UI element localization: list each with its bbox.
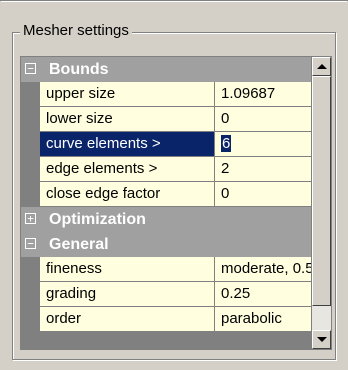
triangle-up-icon [317, 64, 327, 69]
property-value[interactable]: 2 [215, 157, 311, 181]
row-margin [21, 282, 40, 307]
mesher-settings-panel: Mesher settings − Bounds upper size 1.09… [0, 0, 348, 370]
property-value[interactable]: 1.09687 [215, 82, 311, 106]
scroll-thumb[interactable] [312, 76, 331, 306]
triangle-down-icon [317, 337, 327, 342]
property-value[interactable]: parabolic [215, 307, 311, 331]
property-row[interactable]: lower size 0 [21, 107, 311, 132]
category-optimization[interactable]: + Optimization [21, 207, 311, 232]
row-margin [21, 257, 40, 282]
category-general[interactable]: − General [21, 232, 311, 257]
scroll-down-button[interactable] [312, 330, 331, 349]
property-row[interactable]: fineness moderate, 0.5 [21, 257, 311, 282]
collapse-icon[interactable]: − [25, 63, 36, 74]
property-row[interactable]: order parabolic [21, 307, 311, 332]
expand-icon[interactable]: + [25, 213, 36, 224]
property-name[interactable]: lower size [40, 107, 215, 131]
property-row[interactable]: upper size 1.09687 [21, 82, 311, 107]
property-value[interactable]: 0 [215, 107, 311, 131]
property-value[interactable]: 0.25 [215, 282, 311, 306]
category-bounds[interactable]: − Bounds [21, 57, 311, 82]
vertical-scrollbar[interactable] [312, 57, 331, 349]
row-margin [21, 82, 40, 107]
category-label: Bounds [49, 61, 109, 78]
property-name[interactable]: grading [40, 282, 215, 306]
property-rows: − Bounds upper size 1.09687 lower size 0… [21, 57, 311, 332]
collapse-icon[interactable]: − [25, 238, 36, 249]
row-margin [21, 107, 40, 132]
property-row[interactable]: close edge factor 0 [21, 182, 311, 207]
row-margin [21, 157, 40, 182]
property-name[interactable]: fineness [40, 257, 215, 281]
property-name[interactable]: upper size [40, 82, 215, 106]
property-value-editor[interactable]: 6 [215, 132, 311, 156]
edit-field[interactable]: 6 [221, 135, 232, 152]
property-value[interactable]: moderate, 0.5 [215, 257, 311, 281]
property-name[interactable]: order [40, 307, 215, 331]
row-margin [21, 307, 40, 332]
row-margin [21, 132, 40, 157]
row-margin [21, 182, 40, 207]
property-name[interactable]: close edge factor [40, 182, 215, 206]
property-grid[interactable]: − Bounds upper size 1.09687 lower size 0… [20, 56, 332, 350]
property-name[interactable]: curve elements > [40, 132, 215, 156]
property-value[interactable]: 0 [215, 182, 311, 206]
property-row[interactable]: grading 0.25 [21, 282, 311, 307]
property-name[interactable]: edge elements > [40, 157, 215, 181]
category-label: Optimization [49, 211, 146, 228]
property-row[interactable]: edge elements > 2 [21, 157, 311, 182]
category-label: General [49, 236, 109, 253]
groupbox-title: Mesher settings [20, 21, 132, 41]
scroll-up-button[interactable] [312, 57, 331, 76]
property-row-selected[interactable]: curve elements > 6 [21, 132, 311, 157]
top-edge-highlight [1, 1, 347, 2]
